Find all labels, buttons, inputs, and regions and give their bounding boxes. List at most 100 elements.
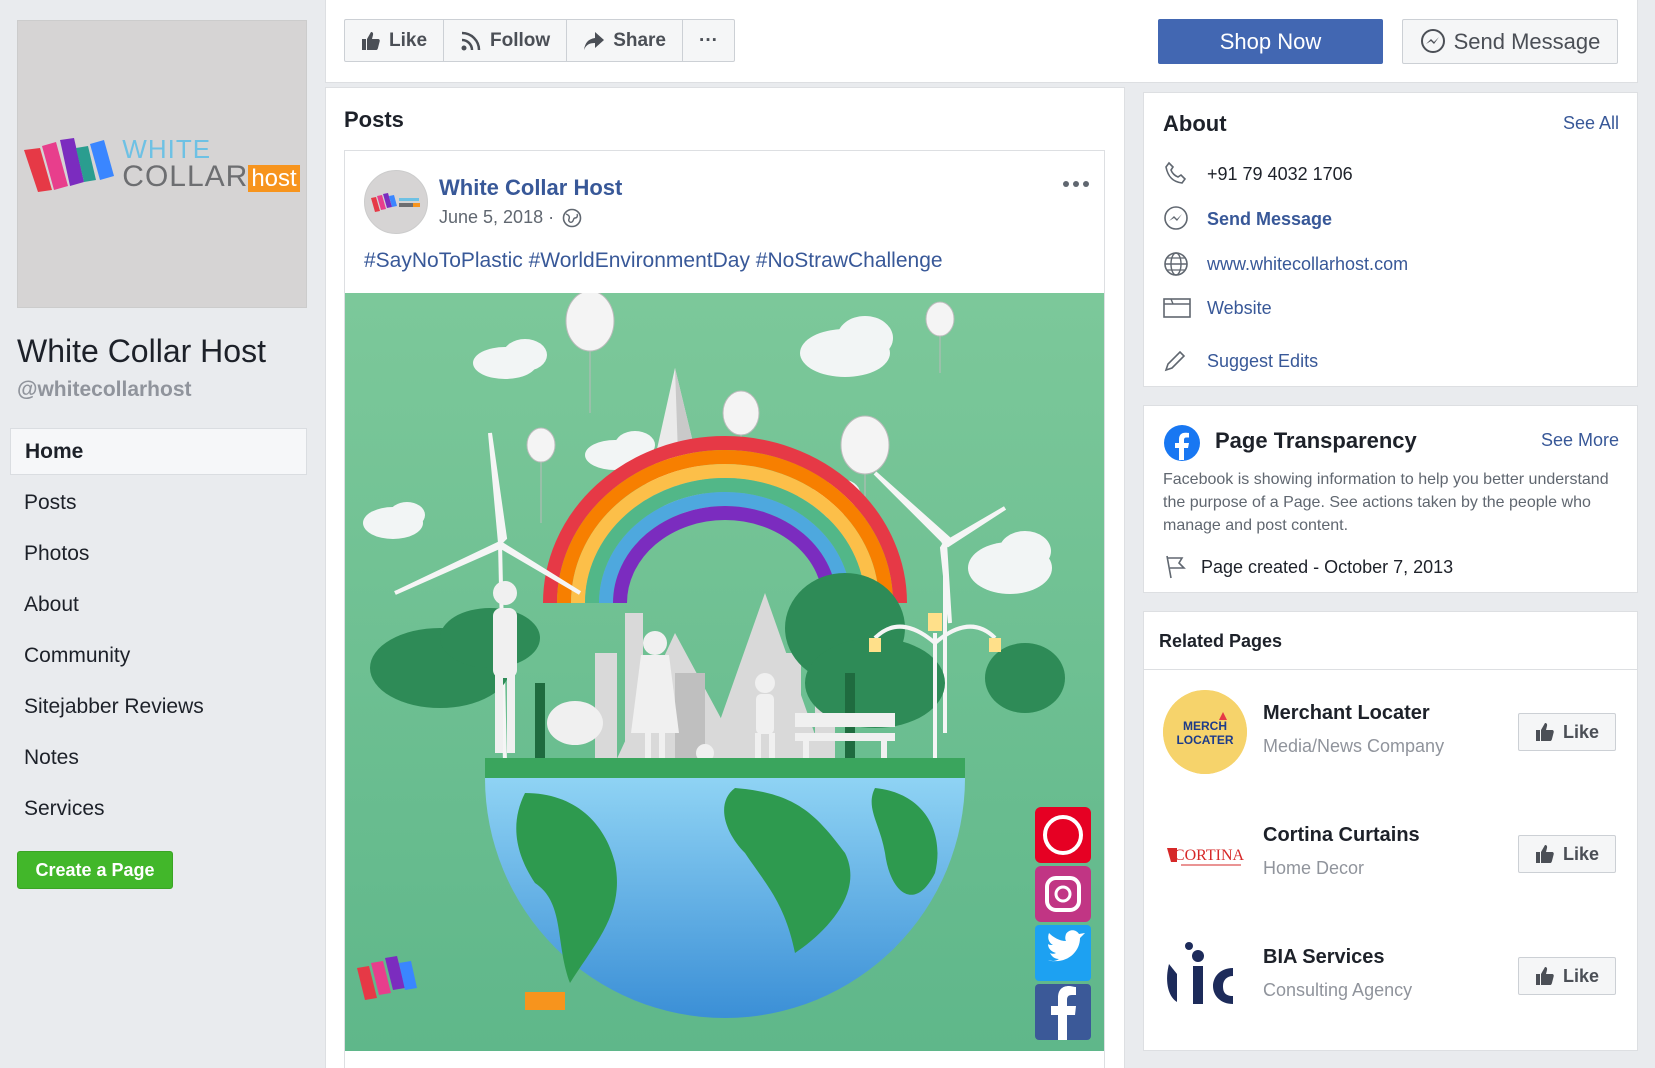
phone-icon: [1163, 161, 1207, 187]
post-image[interactable]: [345, 293, 1104, 1051]
about-heading: About: [1163, 111, 1227, 136]
messenger-icon: [1163, 206, 1207, 232]
page-handle[interactable]: @whitecollarhost: [17, 378, 192, 402]
globe-icon: [1163, 251, 1207, 277]
facebook-icon: [1163, 424, 1201, 467]
about-suggest-edits-row[interactable]: Suggest Edits: [1163, 349, 1318, 373]
svg-text:CORTINA: CORTINA: [1174, 847, 1245, 864]
post-options-button[interactable]: [1062, 175, 1090, 193]
page-transparency-heading: Page Transparency: [1215, 428, 1417, 453]
share-arrow-icon: [583, 31, 605, 51]
website-url-link[interactable]: www.whitecollarhost.com: [1207, 254, 1408, 275]
post-author-avatar[interactable]: [364, 170, 428, 234]
svg-text:LOCATER: LOCATER: [1176, 733, 1233, 747]
shop-now-button[interactable]: Shop Now: [1158, 19, 1383, 64]
bia-services-logo[interactable]: [1163, 934, 1247, 1018]
cortina-curtains-logo[interactable]: CORTINA: [1163, 812, 1247, 896]
share-button[interactable]: Share: [567, 20, 683, 61]
about-send-message-row[interactable]: Send Message: [1163, 206, 1332, 232]
follow-button[interactable]: Follow: [444, 20, 568, 61]
nav-item-photos[interactable]: Photos: [10, 530, 307, 581]
logo-collar-text: COLLAR: [122, 160, 249, 193]
post-hashtags[interactable]: #SayNoToPlastic #WorldEnvironmentDay #No…: [364, 249, 943, 273]
related-pages-card: Related Pages MERCH LOCATER Merchant Loc…: [1143, 611, 1638, 1051]
page-nav: Home Posts Photos About Community Siteja…: [10, 428, 307, 836]
nav-item-home[interactable]: Home: [10, 428, 307, 475]
related-page-category: Consulting Agency: [1263, 980, 1413, 1000]
thumbs-up-icon: [1535, 966, 1555, 986]
flag-icon: [1163, 554, 1189, 580]
see-all-link[interactable]: See All: [1563, 113, 1619, 134]
like-label: Like: [389, 29, 428, 51]
scrollbar-track[interactable]: [1638, 0, 1655, 1068]
related-page-name[interactable]: BIA Services: [1263, 946, 1385, 969]
nav-item-about[interactable]: About: [10, 581, 307, 632]
post-card: White Collar Host June 5, 2018 · #SayNoT…: [344, 150, 1105, 1068]
nav-item-sitejabber-reviews[interactable]: Sitejabber Reviews: [10, 683, 307, 734]
environment-day-illustration: [345, 293, 1104, 1051]
post-meta: June 5, 2018 ·: [439, 207, 582, 228]
phone-number: +91 79 4032 1706: [1207, 163, 1353, 184]
thumbs-up-icon: [1535, 844, 1555, 864]
page-transparency-card: Page Transparency See More Facebook is s…: [1143, 405, 1638, 593]
about-card: About See All +91 79 4032 1706 Send Mess…: [1143, 92, 1638, 387]
send-message-link[interactable]: Send Message: [1207, 209, 1332, 230]
like-page-button[interactable]: Like: [1518, 713, 1616, 751]
w-logo-icon: [371, 193, 420, 212]
merchant-locater-logo[interactable]: MERCH LOCATER: [1163, 690, 1247, 774]
like-button[interactable]: Like: [345, 20, 445, 61]
post-date[interactable]: June 5, 2018 ·: [439, 207, 554, 228]
related-page-category: Home Decor: [1263, 858, 1365, 878]
related-page-item: MERCH LOCATER Merchant Locater Media/New…: [1163, 690, 1623, 774]
nav-item-posts[interactable]: Posts: [10, 479, 307, 530]
send-message-label: Send Message: [1453, 28, 1601, 54]
related-page-name[interactable]: Cortina Curtains: [1263, 824, 1420, 847]
action-button-group: Like Follow Share ···: [344, 19, 735, 62]
transparency-description: Facebook is showing information to help …: [1163, 471, 1609, 534]
like-page-button[interactable]: Like: [1518, 957, 1616, 995]
related-pages-heading: Related Pages: [1159, 631, 1283, 651]
post-author-name[interactable]: White Collar Host: [439, 175, 622, 201]
create-page-button[interactable]: Create a Page: [17, 851, 173, 889]
suggest-edits-link[interactable]: Suggest Edits: [1207, 351, 1318, 372]
related-page-item: BIA Services Consulting Agency Like: [1163, 934, 1623, 1018]
nav-item-community[interactable]: Community: [10, 632, 307, 683]
like-label: Like: [1562, 843, 1600, 864]
page-action-bar: Like Follow Share ··· Shop Now Send Mess…: [325, 0, 1638, 83]
share-label: Share: [613, 29, 666, 51]
more-label: ···: [699, 29, 718, 51]
nav-item-services[interactable]: Services: [10, 785, 307, 836]
page-name: White Collar Host: [17, 333, 266, 369]
more-options-button[interactable]: ···: [683, 20, 734, 61]
about-website-row[interactable]: Website: [1163, 297, 1272, 319]
folder-icon: [1163, 297, 1207, 319]
thumbs-up-icon: [1535, 722, 1555, 742]
about-url-row[interactable]: www.whitecollarhost.com: [1163, 251, 1408, 277]
about-phone-row: +91 79 4032 1706: [1163, 161, 1353, 187]
w-logo-icon: [24, 138, 115, 192]
more-dots-icon: [1063, 181, 1089, 187]
messenger-icon: [1420, 28, 1446, 55]
profile-picture[interactable]: WHITE COLLAR host: [17, 20, 307, 308]
globe-icon: [562, 208, 582, 228]
like-page-button[interactable]: Like: [1518, 835, 1616, 873]
divider: [1144, 669, 1637, 670]
posts-panel: Posts White Collar Host June 5, 2018 · #…: [325, 87, 1125, 1068]
follow-label: Follow: [490, 29, 551, 51]
thumbs-up-icon: [361, 31, 381, 51]
page-created-date: Page created - October 7, 2013: [1201, 556, 1454, 577]
white-collar-host-logo: WHITE COLLAR host: [24, 136, 300, 193]
see-more-link[interactable]: See More: [1541, 430, 1619, 451]
send-message-button[interactable]: Send Message: [1402, 19, 1618, 64]
left-sidebar: WHITE COLLAR host White Collar Host @whit…: [0, 0, 325, 1068]
pencil-icon: [1163, 349, 1207, 373]
svg-text:MERCH: MERCH: [1183, 719, 1227, 733]
page-created-row: Page created - October 7, 2013: [1163, 554, 1453, 580]
posts-heading: Posts: [344, 107, 404, 132]
rss-icon: [460, 30, 482, 52]
logo-host-text: host: [248, 165, 300, 192]
website-link[interactable]: Website: [1207, 298, 1272, 319]
nav-item-notes[interactable]: Notes: [10, 734, 307, 785]
like-label: Like: [1562, 721, 1600, 742]
related-page-name[interactable]: Merchant Locater: [1263, 702, 1430, 725]
